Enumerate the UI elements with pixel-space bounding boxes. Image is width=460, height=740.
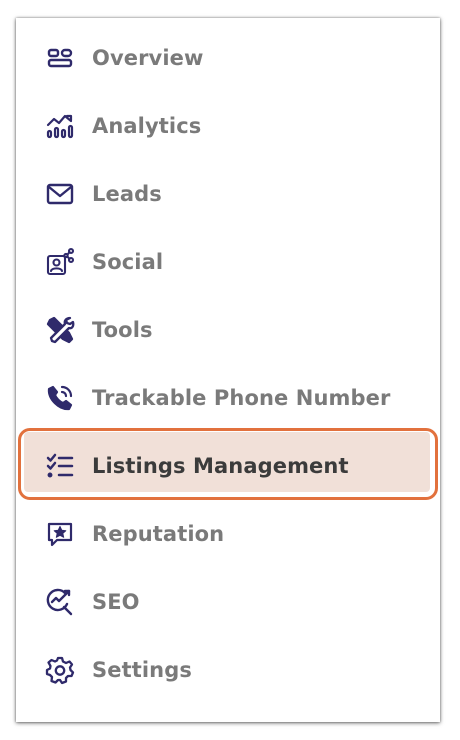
sidebar-item-overview[interactable]: Overview — [16, 24, 440, 92]
sidebar-item-label: Trackable Phone Number — [92, 386, 391, 410]
sidebar-item-trackable-phone-number[interactable]: Trackable Phone Number — [16, 364, 440, 432]
sidebar-item-tools[interactable]: Tools — [16, 296, 440, 364]
sidebar-panel: Overview Analytics Leads Social Tools Tr… — [16, 18, 440, 722]
sidebar-item-leads[interactable]: Leads — [16, 160, 440, 228]
social-share-icon — [45, 247, 75, 277]
sidebar-item-label: SEO — [92, 590, 140, 614]
sidebar-item-listings-management[interactable]: Listings Management — [16, 432, 440, 500]
envelope-icon — [45, 179, 75, 209]
sidebar-item-label: Listings Management — [92, 454, 349, 478]
analytics-chart-icon — [45, 111, 75, 141]
star-chat-icon — [45, 519, 75, 549]
sidebar-item-reputation[interactable]: Reputation — [16, 500, 440, 568]
dashboard-icon — [45, 43, 75, 73]
sidebar-item-seo[interactable]: SEO — [16, 568, 440, 636]
sidebar-item-settings[interactable]: Settings — [16, 636, 440, 704]
sidebar-item-label: Overview — [92, 46, 204, 70]
seo-magnifier-icon — [45, 587, 75, 617]
phone-tracking-icon — [45, 383, 75, 413]
sidebar-item-label: Tools — [92, 318, 153, 342]
tools-icon — [45, 315, 75, 345]
sidebar-menu: Overview Analytics Leads Social Tools Tr… — [16, 24, 440, 704]
sidebar-item-label: Analytics — [92, 114, 202, 138]
sidebar-item-label: Settings — [92, 658, 192, 682]
sidebar-item-label: Social — [92, 250, 164, 274]
sidebar-item-analytics[interactable]: Analytics — [16, 92, 440, 160]
gear-icon — [45, 655, 75, 685]
sidebar-item-social[interactable]: Social — [16, 228, 440, 296]
checklist-icon — [45, 451, 75, 481]
sidebar-item-label: Leads — [92, 182, 162, 206]
sidebar-item-label: Reputation — [92, 522, 225, 546]
